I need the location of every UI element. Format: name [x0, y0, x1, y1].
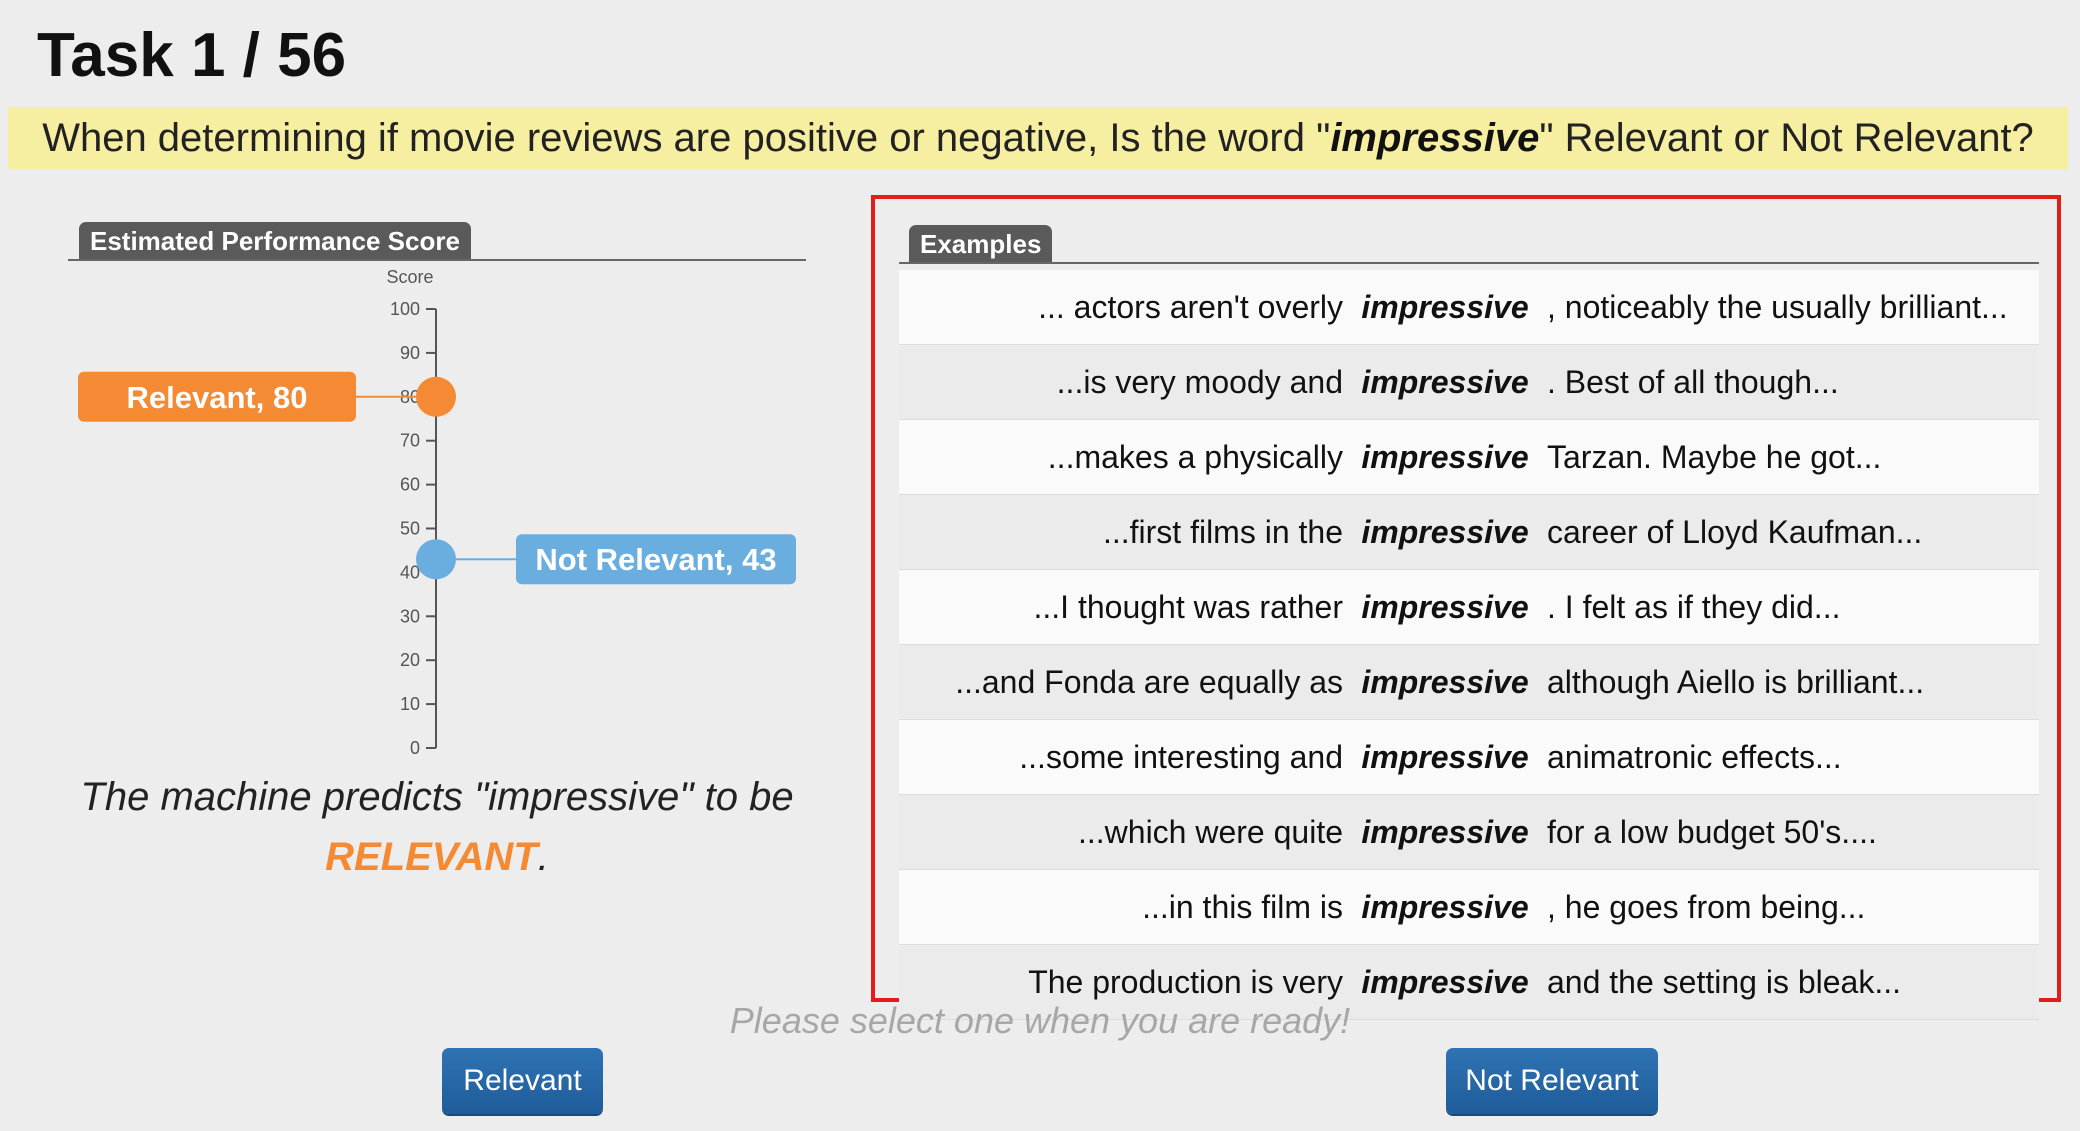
example-right-context: although Aiello is brilliant... — [1547, 663, 1925, 700]
score-panel-divider — [68, 259, 806, 261]
example-keyword: impressive — [1361, 663, 1529, 700]
example-left-context: ...and Fonda are equally as — [955, 663, 1343, 700]
example-right-context: career of Lloyd Kaufman... — [1547, 513, 1923, 550]
relevant-marker: Relevant, 80 — [78, 371, 456, 422]
example-right-context: , he goes from being... — [1547, 888, 1866, 925]
score-axis-ticks: 1009080706050403020100 — [390, 299, 436, 758]
example-row: ...in this film is impressive , he goes fr… — [899, 870, 2039, 945]
example-right-context: Tarzan. Maybe he got... — [1547, 438, 1882, 475]
score-tick-label: 90 — [400, 343, 420, 363]
examples-tab: Examples — [909, 225, 1053, 262]
score-panel: Estimated Performance Score Score 100 90 8… — [68, 222, 806, 902]
prediction-text: The machine predicts "impressive" to be — [80, 775, 794, 819]
example-keyword: impressive — [1361, 888, 1529, 925]
example-right-context: . I felt as if they did... — [1547, 588, 1841, 625]
score-tick-label: 50 — [400, 519, 420, 539]
example-row: ...is very moody and impressive . Best of … — [899, 345, 2039, 420]
axis-title: Score — [386, 267, 433, 287]
example-keyword: impressive — [1361, 813, 1529, 850]
example-row: ...first films in the impressive career of… — [899, 495, 2039, 570]
example-left-context: ... actors aren't overly — [1038, 288, 1343, 325]
example-row: ...I thought was rather impressive . I fel… — [899, 570, 2039, 645]
prediction-period: . — [537, 835, 549, 879]
example-keyword: impressive — [1361, 963, 1529, 1000]
example-keyword: impressive — [1361, 738, 1529, 775]
example-row: ...makes a physically impressive Tarzan. M… — [899, 420, 2039, 495]
question-prefix: When determining if movie reviews are po… — [42, 115, 1331, 160]
examples-divider — [899, 262, 2039, 264]
relevant-dot — [416, 376, 456, 417]
example-left-context: ...makes a physically — [1047, 438, 1343, 475]
not-relevant-button[interactable]: Not Relevant — [1446, 1048, 1658, 1114]
example-row: ...some interesting and impressive animatr… — [899, 720, 2039, 795]
not_relevant-dot — [416, 539, 456, 580]
score-chart: Score 1009080706050403020100 Relevant, 8… — [78, 267, 796, 758]
question-bar: When determining if movie reviews are po… — [8, 107, 2068, 169]
example-right-context: and the setting is bleak... — [1547, 963, 1901, 1000]
examples-table: ... actors aren't overly impressive , noti… — [899, 270, 2039, 1020]
example-row: ...and Fonda are equally as impressive alt… — [899, 645, 2039, 720]
example-left-context: ...I thought was rather — [1033, 588, 1344, 625]
question-text: When determining if movie reviews are po… — [42, 116, 2034, 161]
question-suffix: " Relevant or Not Relevant? — [1539, 115, 2034, 160]
example-keyword: impressive — [1361, 363, 1529, 400]
example-keyword: impressive — [1361, 288, 1529, 325]
example-left-context: ...some interesting and — [1019, 738, 1343, 775]
example-left-context: ...which were quite — [1077, 813, 1343, 850]
relevant-label: Relevant, 80 — [127, 380, 308, 415]
example-keyword: impressive — [1361, 513, 1529, 550]
example-keyword: impressive — [1361, 588, 1529, 625]
example-left-context: ...in this film is — [1142, 888, 1343, 925]
selection-prompt: Please select one when you are ready! — [729, 1000, 1351, 1041]
example-right-context: , noticeably the usually brilliant... — [1547, 288, 2008, 325]
example-row: ...which were quite impressive for a low b… — [899, 795, 2039, 870]
score-tick-label: 60 — [400, 475, 420, 495]
relevant-button[interactable]: Relevant — [442, 1048, 603, 1114]
not_relevant-label: Not Relevant, 43 — [535, 542, 776, 577]
score-tick-label: 0 — [410, 738, 420, 758]
prediction-statement: The machine predicts "impressive" to be … — [68, 767, 806, 887]
task-title: Task 1 / 56 — [37, 21, 347, 90]
not_relevant-marker: Not Relevant, 43 — [416, 534, 796, 585]
score-panel-tab: Estimated Performance Score — [79, 222, 471, 259]
examples-panel: Examples ... actors aren't overly impress… — [871, 195, 2061, 1020]
example-right-context: . Best of all though... — [1547, 363, 1839, 400]
prediction-verdict: RELEVANT — [325, 835, 538, 879]
example-left-context: ...first films in the — [1102, 513, 1343, 550]
example-right-context: for a low budget 50's.... — [1547, 813, 1877, 850]
score-tick-label: 30 — [400, 606, 420, 626]
example-left-context: ...is very moody and — [1056, 363, 1343, 400]
score-tick-label: 100 — [390, 299, 420, 319]
score-tick-label: 10 — [400, 694, 420, 714]
score-tick-label: 20 — [400, 650, 420, 670]
question-keyword: impressive — [1330, 115, 1540, 160]
example-right-context: animatronic effects... — [1547, 738, 1842, 775]
example-left-context: The production is very — [1028, 963, 1343, 1000]
example-row: ... actors aren't overly impressive , noti… — [899, 270, 2039, 345]
example-keyword: impressive — [1361, 438, 1529, 475]
score-tick-label: 70 — [400, 431, 420, 451]
